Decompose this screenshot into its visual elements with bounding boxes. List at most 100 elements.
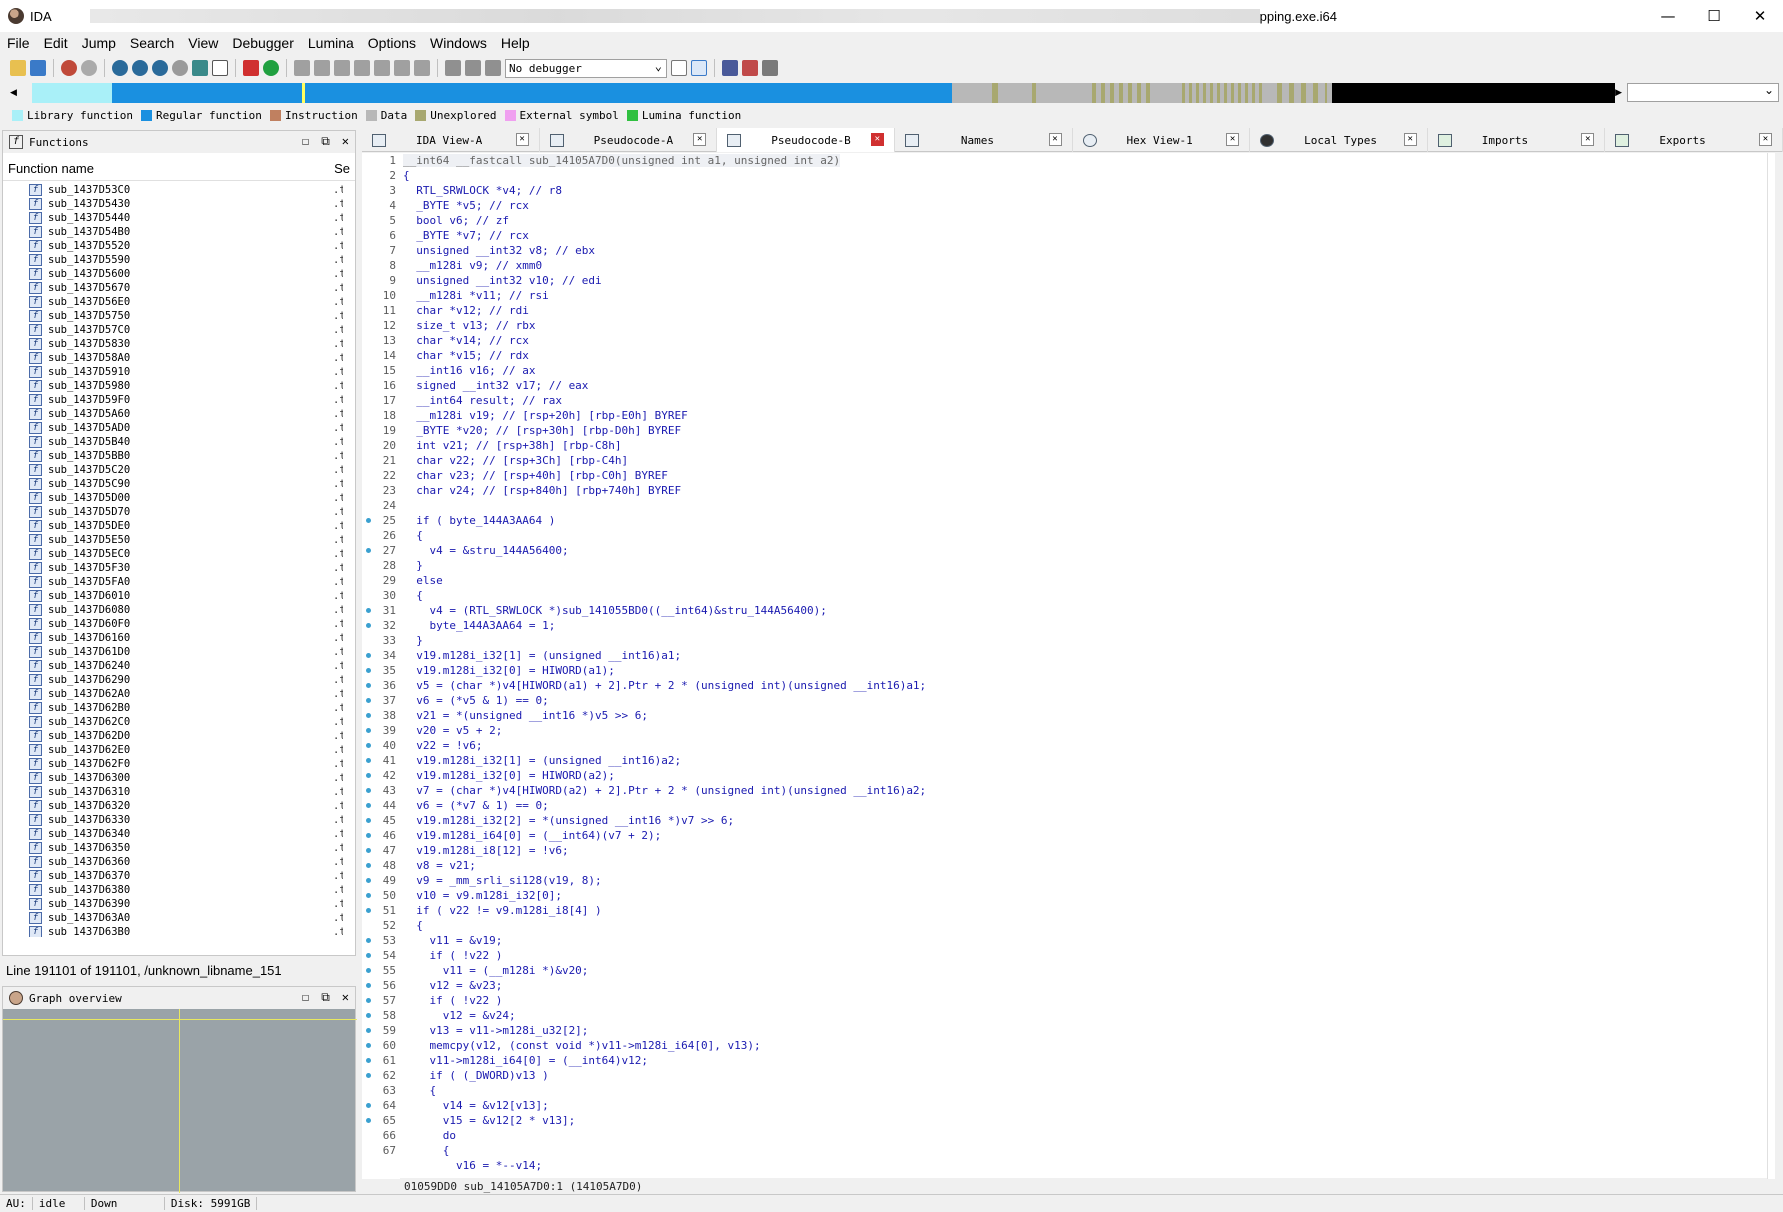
code-line[interactable]: 41 v19.m128i_i32[1] = (unsigned __int16)… [362, 753, 1767, 768]
breakpoint-dot-icon[interactable] [366, 998, 371, 1003]
code-text[interactable]: _BYTE *v7; // rcx [403, 229, 529, 242]
function-list-item[interactable]: f sub_1437D5440 .t [3, 211, 343, 225]
code-line[interactable]: v16 = *--v14; [362, 1158, 1767, 1173]
code-text[interactable]: memcpy(v12, (const void *)v11->m128i_i64… [403, 1039, 760, 1052]
function-list-item[interactable]: f sub_1437D62D0 .t [3, 729, 343, 743]
function-list-item[interactable]: f sub_1437D6370 .t [3, 869, 343, 883]
code-line[interactable]: 46 v19.m128i_i64[0] = (__int64)(v7 + 2); [362, 828, 1767, 843]
code-line[interactable]: 14 char *v15; // rdx [362, 348, 1767, 363]
code-text[interactable]: char v22; // [rsp+3Ch] [rbp-C4h] [403, 454, 628, 467]
panel-float-icon[interactable]: ⧉ [321, 134, 330, 149]
code-text[interactable]: __m128i v19; // [rsp+20h] [rbp-E0h] BYRE… [403, 409, 688, 422]
function-list-item[interactable]: f sub_1437D6290 .t [3, 673, 343, 687]
code-text[interactable]: bool v6; // zf [403, 214, 509, 227]
code-text[interactable]: if ( v22 != v9.m128i_i8[4] ) [403, 904, 601, 917]
array-icon[interactable] [354, 60, 370, 76]
function-list-item[interactable]: f sub_1437D5F30 .t [3, 561, 343, 575]
code-line[interactable]: 28 } [362, 558, 1767, 573]
string-icon[interactable] [334, 60, 350, 76]
functions-scrollbar[interactable] [347, 183, 355, 937]
code-text[interactable]: v4 = &stru_144A56400; [403, 544, 568, 557]
function-list-item[interactable]: f sub_1437D5910 .t [3, 365, 343, 379]
code-text[interactable]: RTL_SRWLOCK *v4; // r8 [403, 184, 562, 197]
code-line[interactable]: 53 v11 = &v19; [362, 933, 1767, 948]
breakpoint-dot-icon[interactable] [366, 953, 371, 958]
breakpoint-dot-icon[interactable] [366, 833, 371, 838]
code-text[interactable]: do [403, 1129, 456, 1142]
graph-view-icon[interactable] [112, 60, 128, 76]
forward-arrow-icon[interactable] [81, 60, 97, 76]
function-list-item[interactable]: f sub_1437D5670 .t [3, 281, 343, 295]
function-list-item[interactable]: f sub_1437D61D0 .t [3, 645, 343, 659]
navigation-band[interactable]: ◀ ▶ [10, 83, 1622, 103]
play-icon[interactable] [445, 60, 461, 76]
function-list-item[interactable]: f sub_1437D60F0 .t [3, 617, 343, 631]
function-list-item[interactable]: f sub_1437D6360 .t [3, 855, 343, 869]
tab-close-icon[interactable]: ✕ [1581, 133, 1595, 146]
breakpoint-dot-icon[interactable] [366, 608, 371, 613]
code-line[interactable]: 29 else [362, 573, 1767, 588]
breakpoint-dot-icon[interactable] [366, 938, 371, 943]
function-list-item[interactable]: f sub_1437D62F0 .t [3, 757, 343, 771]
open-folder-icon[interactable] [10, 60, 26, 76]
code-text[interactable]: { [403, 1084, 436, 1097]
code-line[interactable]: 3 RTL_SRWLOCK *v4; // r8 [362, 183, 1767, 198]
function-list-item[interactable]: f sub_1437D5E50 .t [3, 533, 343, 547]
code-text[interactable]: v10 = v9.m128i_i32[0]; [403, 889, 562, 902]
code-line[interactable]: 33 } [362, 633, 1767, 648]
code-line[interactable]: 11 char *v12; // rdi [362, 303, 1767, 318]
breakpoint-dot-icon[interactable] [366, 1013, 371, 1018]
code-line[interactable]: 50 v10 = v9.m128i_i32[0]; [362, 888, 1767, 903]
breakpoint-dot-icon[interactable] [366, 1028, 371, 1033]
code-line[interactable]: 15 __int16 v16; // ax [362, 363, 1767, 378]
code-text[interactable]: __m128i v9; // xmm0 [403, 259, 542, 272]
tab-close-icon[interactable]: ✕ [1759, 133, 1772, 146]
code-line[interactable]: 25 if ( byte_144A3AA64 ) [362, 513, 1767, 528]
tab-pseudocode-b[interactable]: Pseudocode-B ✕ [717, 128, 895, 152]
code-text[interactable]: else [403, 574, 443, 587]
code-text[interactable]: v15 = &v12[2 * v13]; [403, 1114, 575, 1127]
tab-close-icon[interactable]: ✕ [693, 133, 707, 146]
code-text[interactable]: int v21; // [rsp+38h] [rbp-C8h] [403, 439, 621, 452]
column-segment[interactable]: Se [334, 161, 350, 176]
code-line[interactable]: 42 v19.m128i_i32[0] = HIWORD(a2); [362, 768, 1767, 783]
code-icon[interactable] [294, 60, 310, 76]
menu-windows[interactable]: Windows [423, 35, 494, 51]
code-line[interactable]: 32 byte_144A3AA64 = 1; [362, 618, 1767, 633]
function-list-item[interactable]: f sub_1437D62C0 .t [3, 715, 343, 729]
code-text[interactable]: v16 = *--v14; [403, 1159, 542, 1172]
function-list-item[interactable]: f sub_1437D59F0 .t [3, 393, 343, 407]
code-line[interactable]: 43 v7 = (char *)v4[HIWORD(a2) + 2].Ptr +… [362, 783, 1767, 798]
code-text[interactable]: v11->m128i_i64[0] = (__int64)v12; [403, 1054, 648, 1067]
code-text[interactable]: if ( !v22 ) [403, 994, 502, 1007]
list-remove-icon[interactable] [742, 60, 758, 76]
code-line[interactable]: 22 char v23; // [rsp+40h] [rbp-C0h] BYRE… [362, 468, 1767, 483]
list-icon[interactable] [722, 60, 738, 76]
menu-edit[interactable]: Edit [37, 35, 75, 51]
function-list-item[interactable]: f sub_1437D6160 .t [3, 631, 343, 645]
code-text[interactable]: if ( byte_144A3AA64 ) [403, 514, 555, 527]
breakpoint-dot-icon[interactable] [366, 518, 371, 523]
function-list-item[interactable]: f sub_1437D5FA0 .t [3, 575, 343, 589]
function-list-item[interactable]: f sub_1437D5590 .t [3, 253, 343, 267]
struct-icon[interactable] [172, 60, 188, 76]
functions-list[interactable]: f sub_1437D53C0 .t f sub_1437D5430 .t f sub_143… [3, 183, 343, 937]
code-text[interactable]: v20 = v5 + 2; [403, 724, 502, 737]
function-list-item[interactable]: f sub_1437D62A0 .t [3, 687, 343, 701]
code-text[interactable]: __m128i *v11; // rsi [403, 289, 548, 302]
function-list-item[interactable]: f sub_1437D5750 .t [3, 309, 343, 323]
code-line[interactable]: 16 signed __int32 v17; // eax [362, 378, 1767, 393]
code-line[interactable]: 27 v4 = &stru_144A56400; [362, 543, 1767, 558]
panel-close-icon[interactable]: ✕ [342, 990, 349, 1005]
function-list-item[interactable]: f sub_1437D5EC0 .t [3, 547, 343, 561]
code-text[interactable]: { [403, 169, 410, 182]
code-line[interactable]: 64 v14 = &v12[v13]; [362, 1098, 1767, 1113]
function-list-item[interactable]: f sub_1437D6340 .t [3, 827, 343, 841]
code-text[interactable]: v12 = &v23; [403, 979, 502, 992]
breakpoint-dot-icon[interactable] [366, 863, 371, 868]
code-text[interactable]: signed __int32 v17; // eax [403, 379, 588, 392]
code-text[interactable]: } [403, 634, 423, 647]
menu-help[interactable]: Help [494, 35, 537, 51]
code-line[interactable]: 17 __int64 result; // rax [362, 393, 1767, 408]
tab-close-icon[interactable]: ✕ [1226, 133, 1240, 146]
